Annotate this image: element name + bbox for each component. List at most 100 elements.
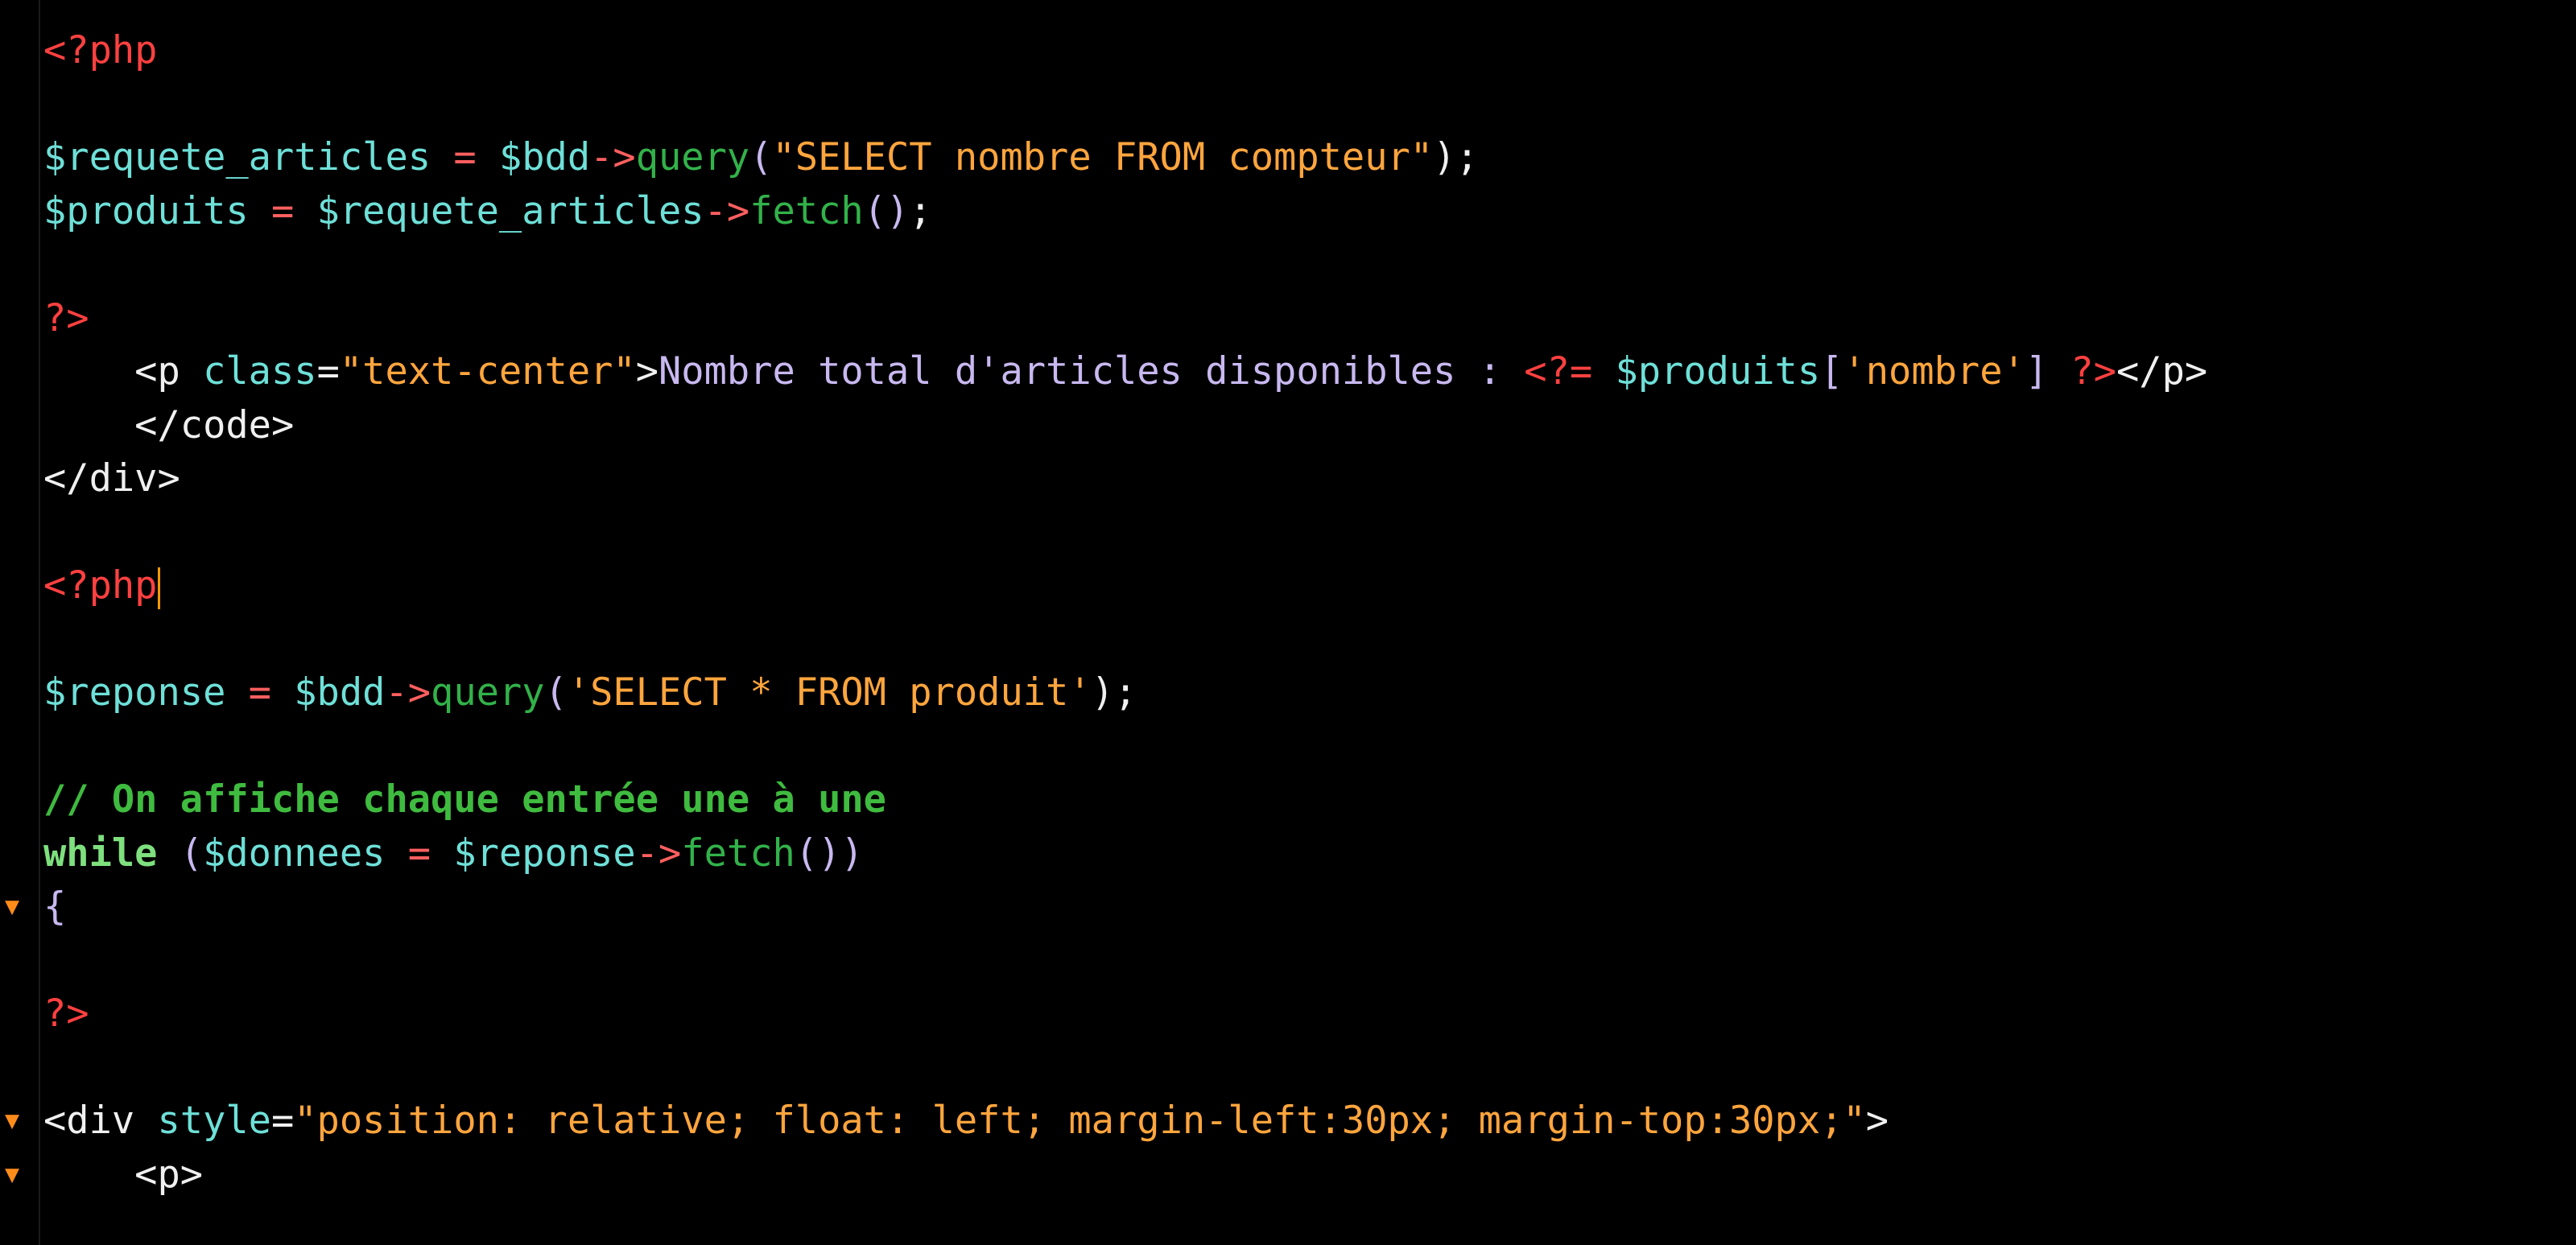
fold-marker-icon[interactable]: ▼ bbox=[0, 1148, 24, 1202]
code-token: () bbox=[863, 188, 910, 233]
code-token: = bbox=[385, 831, 454, 876]
code-token: = bbox=[270, 1099, 295, 1143]
code-token: = bbox=[248, 188, 317, 233]
fold-marker-icon bbox=[0, 987, 24, 1041]
text-cursor bbox=[158, 567, 161, 609]
code-token: $requete_articles bbox=[316, 188, 704, 233]
code-token: ); bbox=[1091, 670, 1137, 715]
code-token: { bbox=[43, 884, 67, 929]
gutter-divider bbox=[39, 0, 40, 1245]
code-token: -> bbox=[590, 135, 636, 179]
code-token: $reponse bbox=[453, 831, 636, 876]
code-token: <?php bbox=[43, 563, 158, 608]
fold-marker-icon bbox=[0, 238, 24, 292]
code-token: "position: relative; float: left; margin… bbox=[294, 1099, 1866, 1143]
code-token: </div> bbox=[43, 456, 180, 501]
code-line[interactable] bbox=[43, 506, 2207, 560]
code-token: query bbox=[635, 135, 750, 179]
fold-marker-icon bbox=[0, 559, 24, 613]
code-token: ?> bbox=[2070, 349, 2116, 394]
fold-marker-icon bbox=[0, 934, 24, 988]
code-line[interactable]: ▼{ bbox=[5, 880, 2207, 934]
fold-marker-icon bbox=[0, 24, 24, 78]
code-token: -> bbox=[635, 831, 682, 876]
fold-marker-icon[interactable]: ▼ bbox=[0, 1095, 24, 1148]
code-token: style bbox=[157, 1099, 271, 1143]
code-line[interactable]: $reponse = $bdd->query('SELECT * FROM pr… bbox=[43, 666, 2207, 720]
code-token: $produits bbox=[43, 188, 249, 233]
code-token: class bbox=[203, 349, 317, 394]
code-token: 'nombre' bbox=[1843, 349, 2025, 394]
code-token: $bdd bbox=[294, 670, 386, 715]
code-line[interactable]: ▼ <p> bbox=[5, 1148, 2207, 1202]
code-token: fetch bbox=[681, 831, 795, 876]
fold-marker-icon bbox=[0, 78, 24, 132]
fold-marker-icon bbox=[0, 613, 24, 667]
fold-marker-icon[interactable]: ▼ bbox=[0, 880, 24, 934]
code-line[interactable]: // On affiche chaque entrée une à une bbox=[43, 773, 2207, 827]
code-line[interactable]: <p class="text-center">Nombre total d'ar… bbox=[43, 345, 2207, 399]
code-token: ; bbox=[909, 188, 932, 233]
fold-marker-icon bbox=[0, 506, 24, 560]
code-token: $reponse bbox=[43, 670, 226, 715]
code-token: -> bbox=[704, 188, 750, 233]
fold-marker-icon bbox=[0, 185, 24, 239]
code-line[interactable] bbox=[43, 613, 2207, 667]
code-token: 'SELECT * FROM produit' bbox=[567, 670, 1092, 715]
code-token: <?php bbox=[43, 28, 158, 72]
code-token: </p> bbox=[2116, 349, 2208, 394]
code-token: = bbox=[316, 349, 340, 394]
fold-marker-icon bbox=[0, 773, 24, 827]
code-token: "text-center" bbox=[339, 349, 636, 394]
code-line[interactable]: <?php bbox=[43, 559, 2207, 613]
code-token: Nombre total d'articles disponibles : bbox=[658, 349, 1525, 394]
code-line[interactable]: $requete_articles = $bdd->query("SELECT … bbox=[43, 131, 2207, 185]
code-token: ()) bbox=[795, 831, 864, 876]
code-line[interactable]: ?> bbox=[43, 987, 2207, 1041]
code-line[interactable]: while ($donnees = $reponse->fetch()) bbox=[43, 827, 2207, 881]
code-token: $donnees bbox=[203, 831, 386, 876]
code-line[interactable]: </code> bbox=[43, 399, 2207, 453]
code-token: ] bbox=[2025, 349, 2071, 394]
code-token: // On affiche chaque entrée une à une bbox=[43, 777, 886, 822]
fold-marker-icon bbox=[0, 399, 24, 453]
fold-marker-icon bbox=[0, 131, 24, 185]
code-token: ( bbox=[544, 670, 568, 715]
code-token: ?> bbox=[43, 295, 89, 340]
code-line[interactable] bbox=[43, 934, 2207, 988]
code-token: $produits bbox=[1615, 349, 1821, 394]
fold-marker-icon bbox=[0, 827, 24, 881]
code-token: <?= bbox=[1524, 349, 1593, 394]
fold-marker-icon bbox=[0, 666, 24, 720]
code-token: = bbox=[431, 135, 499, 179]
code-line[interactable] bbox=[43, 78, 2207, 132]
code-line[interactable]: <?php bbox=[43, 24, 2207, 78]
code-line[interactable] bbox=[43, 238, 2207, 292]
code-token: <p> bbox=[43, 1152, 204, 1197]
code-line[interactable] bbox=[43, 1041, 2207, 1095]
code-token: ); bbox=[1433, 135, 1479, 179]
code-area[interactable]: <?php $requete_articles = $bdd->query("SE… bbox=[5, 24, 2207, 1202]
code-token: > bbox=[635, 349, 659, 394]
code-token: [ bbox=[1820, 349, 1843, 394]
fold-marker-icon bbox=[0, 345, 24, 399]
code-token: </code> bbox=[43, 402, 295, 447]
code-token: fetch bbox=[749, 188, 864, 233]
fold-marker-icon bbox=[0, 720, 24, 774]
code-line[interactable] bbox=[43, 720, 2207, 774]
fold-marker-icon bbox=[0, 452, 24, 506]
code-line[interactable]: $produits = $requete_articles->fetch(); bbox=[43, 185, 2207, 239]
fold-marker-icon bbox=[0, 1041, 24, 1095]
code-token: $bdd bbox=[498, 135, 591, 179]
code-token: <div bbox=[43, 1099, 158, 1143]
code-line[interactable]: </div> bbox=[43, 452, 2207, 506]
code-token: <p bbox=[43, 349, 204, 394]
code-token: "SELECT nombre FROM compteur" bbox=[772, 135, 1434, 179]
code-token: > bbox=[1865, 1099, 1889, 1143]
code-token: $requete_articles bbox=[43, 135, 431, 179]
code-line[interactable]: ▼ <div style="position: relative; float: … bbox=[5, 1095, 2207, 1148]
code-line[interactable]: ?> bbox=[43, 292, 2207, 346]
code-token: while bbox=[43, 831, 158, 876]
code-editor[interactable]: <?php $requete_articles = $bdd->query("SE… bbox=[0, 0, 2576, 1245]
